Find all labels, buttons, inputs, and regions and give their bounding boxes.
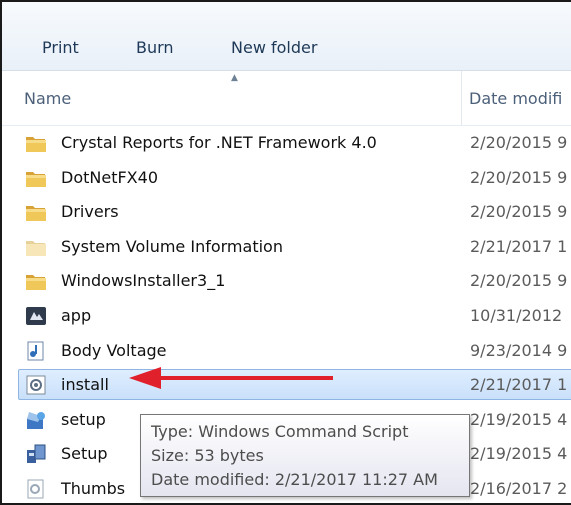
file-name: Setup [61,444,108,464]
file-date-modified: 2/20/2015 9 [470,202,568,222]
column-divider[interactable] [461,71,462,125]
red-arrow-annotation [129,367,333,389]
file-date-modified: 2/21/2017 1 [470,375,568,395]
explorer-window: Print Burn New folder ▲ Name Date modifi… [0,0,571,505]
file-date-modified: 2/16/2017 2 [470,479,568,498]
file-row[interactable]: DotNetFX40 2/20/2015 9 [18,162,571,193]
file-name: setup [61,409,106,429]
file-name: System Volume Information [61,236,283,256]
file-date-modified: 2/19/2015 4 [470,409,568,429]
file-date-modified: 2/20/2015 9 [470,133,568,152]
file-row[interactable]: WindowsInstaller3_1 2/20/2015 9 [18,265,571,296]
file-tooltip: Type: Windows Command Script Size: 53 by… [140,414,470,497]
script-file-icon [25,375,47,395]
system-folder-icon [25,237,47,257]
file-date-modified: 9/23/2014 9 [470,340,568,360]
folder-icon [25,271,47,291]
file-date-modified: 2/20/2015 9 [470,271,568,291]
thumbs-file-icon [25,479,47,499]
installer-icon [25,444,47,464]
file-row[interactable]: app 10/31/2012 [18,300,571,331]
file-name: Crystal Reports for .NET Framework 4.0 [61,133,377,152]
audio-file-icon [25,341,47,361]
file-row[interactable]: Crystal Reports for .NET Framework 4.0 2/… [18,127,571,158]
tooltip-size: Size: 53 bytes [151,446,264,465]
new-folder-button[interactable]: New folder [231,38,317,57]
file-date-modified: 2/19/2015 4 [470,444,568,464]
folder-icon [25,133,47,153]
tooltip-date-modified: Date modified: 2/21/2017 11:27 AM [151,470,438,489]
column-header: ▲ Name Date modifi [2,71,571,126]
file-row[interactable]: Body Voltage 9/23/2014 9 [18,335,571,366]
sort-ascending-icon: ▲ [231,73,238,83]
app-icon [25,306,47,326]
file-name: Drivers [61,202,119,222]
print-button[interactable]: Print [42,38,79,57]
name-column-header[interactable]: Name [24,89,71,108]
date-modified-column-header[interactable]: Date modifi [469,89,562,108]
file-date-modified: 2/21/2017 1 [470,236,568,256]
file-name: WindowsInstaller3_1 [61,271,226,291]
tooltip-type: Type: Windows Command Script [151,422,409,441]
folder-icon [25,168,47,188]
file-name: install [61,375,109,395]
file-row[interactable]: Drivers 2/20/2015 9 [18,196,571,227]
file-name: DotNetFX40 [61,167,158,187]
file-date-modified: 10/31/2012 [470,306,563,325]
file-date-modified: 2/20/2015 9 [470,167,568,187]
file-row[interactable]: System Volume Information 2/21/2017 1 [18,231,571,262]
command-bar: Print Burn New folder [2,2,571,71]
file-name: Body Voltage [61,340,167,360]
setup-icon [25,410,47,430]
file-name: app [61,306,92,325]
burn-button[interactable]: Burn [136,38,174,57]
folder-icon [25,202,47,222]
file-name: Thumbs [61,479,126,498]
